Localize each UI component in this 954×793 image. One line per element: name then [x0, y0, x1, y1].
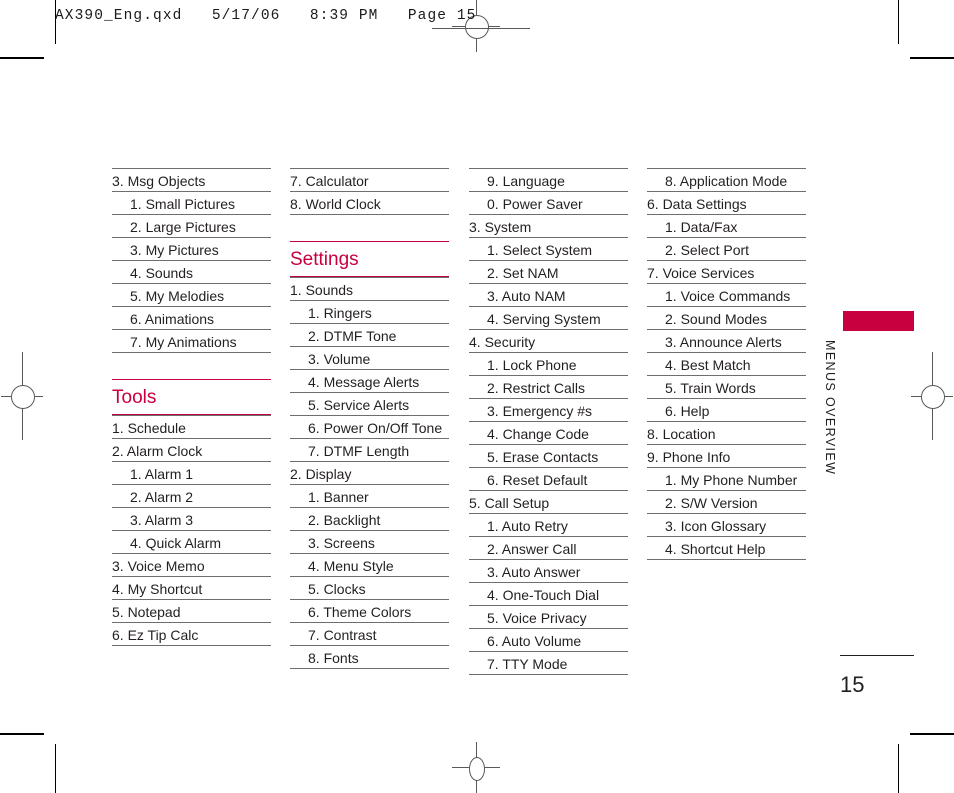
menu-entry: 4. Security	[469, 329, 628, 352]
menu-entry: 3. Auto Answer	[469, 559, 628, 582]
menu-entry: 9. Phone Info	[647, 444, 806, 467]
menu-entry: 7. Calculator	[290, 168, 449, 191]
menu-entry: 6. Auto Volume	[469, 628, 628, 651]
menu-entry: 3. Msg Objects	[112, 168, 271, 191]
menu-entry: 3. Alarm 3	[112, 507, 271, 530]
menu-entry: 9. Language	[469, 168, 628, 191]
menu-entry: 8. Application Mode	[647, 168, 806, 191]
menu-entry: 5. Erase Contacts	[469, 444, 628, 467]
menu-entry: 1. Ringers	[290, 300, 449, 323]
menu-entry: 6. Animations	[112, 306, 271, 329]
menu-entry: 1. Sounds	[290, 277, 449, 300]
menu-entry: 3. Screens	[290, 530, 449, 553]
folio-rule	[840, 655, 914, 656]
menu-column-4: 8. Application Mode 6. Data Settings 1. Da…	[647, 168, 806, 560]
menu-entry: 1. Alarm 1	[112, 461, 271, 484]
menu-entry: 1. My Phone Number	[647, 467, 806, 490]
menu-entry: 4. Best Match	[647, 352, 806, 375]
menu-entry: 2. Answer Call	[469, 536, 628, 559]
menu-entry: 1. Schedule	[112, 415, 271, 438]
menu-entry: 2. Backlight	[290, 507, 449, 530]
menu-entry: 1. Voice Commands	[647, 283, 806, 306]
menu-entry: 2. Alarm 2	[112, 484, 271, 507]
menu-entry: 4. Quick Alarm	[112, 530, 271, 553]
menu-entry: 7. Contrast	[290, 622, 449, 645]
menu-entry: 6. Theme Colors	[290, 599, 449, 622]
menu-entry: 4. Change Code	[469, 421, 628, 444]
menu-block-end-rule	[290, 668, 449, 669]
menu-entry: 7. DTMF Length	[290, 438, 449, 461]
menu-entry: 2. S/W Version	[647, 490, 806, 513]
menus-overview-columns: 3. Msg Objects 1. Small Pictures 2. Large …	[0, 0, 954, 793]
menu-entry: 8. Location	[647, 421, 806, 444]
menu-entry: 7. My Animations	[112, 329, 271, 352]
menu-entry: 2. Alarm Clock	[112, 438, 271, 461]
menu-entry: 7. TTY Mode	[469, 651, 628, 674]
section-tab-marker	[843, 311, 914, 331]
menu-entry: 5. My Melodies	[112, 283, 271, 306]
menu-entry: 2. Set NAM	[469, 260, 628, 283]
menu-entry: 2. DTMF Tone	[290, 323, 449, 346]
menu-entry: 8. World Clock	[290, 191, 449, 214]
menu-entry: 3. Icon Glossary	[647, 513, 806, 536]
menu-entry: 6. Power On/Off Tone	[290, 415, 449, 438]
menu-entry: 3. Voice Memo	[112, 553, 271, 576]
menu-entry: 1. Lock Phone	[469, 352, 628, 375]
menu-entry: 1. Auto Retry	[469, 513, 628, 536]
menu-block-end-rule	[647, 559, 806, 560]
menu-entry: 6. Reset Default	[469, 467, 628, 490]
menu-block-end-rule	[112, 645, 271, 646]
menu-entry: 6. Help	[647, 398, 806, 421]
menu-entry: 2. Restrict Calls	[469, 375, 628, 398]
menu-entry: 4. My Shortcut	[112, 576, 271, 599]
menu-entry: 5. Train Words	[647, 375, 806, 398]
menu-entry: 3. My Pictures	[112, 237, 271, 260]
menu-entry: 2. Display	[290, 461, 449, 484]
menu-entry: 5. Service Alerts	[290, 392, 449, 415]
menu-entry: 3. System	[469, 214, 628, 237]
menu-column-2: 7. Calculator 8. World Clock Settings 1. So…	[290, 168, 449, 669]
menu-entry: 2. Sound Modes	[647, 306, 806, 329]
menu-column-1: 3. Msg Objects 1. Small Pictures 2. Large …	[112, 168, 271, 646]
menu-entry: 2. Select Port	[647, 237, 806, 260]
menu-entry: 1. Data/Fax	[647, 214, 806, 237]
section-heading: Settings	[290, 241, 449, 277]
menu-entry: 5. Notepad	[112, 599, 271, 622]
menu-entry: 4. Message Alerts	[290, 369, 449, 392]
menu-entry: 5. Clocks	[290, 576, 449, 599]
menu-column-3: 9. Language 0. Power Saver 3. System 1. Sel…	[469, 168, 628, 675]
menu-entry: 4. Menu Style	[290, 553, 449, 576]
menu-entry: 7. Voice Services	[647, 260, 806, 283]
section-vertical-label: MENUS OVERVIEW	[823, 340, 837, 476]
menu-entry: 6. Ez Tip Calc	[112, 622, 271, 645]
menu-entry: 3. Auto NAM	[469, 283, 628, 306]
menu-entry: 3. Volume	[290, 346, 449, 369]
menu-entry: 8. Fonts	[290, 645, 449, 668]
menu-entry: 1. Small Pictures	[112, 191, 271, 214]
section-heading: Tools	[112, 379, 271, 415]
menu-entry: 0. Power Saver	[469, 191, 628, 214]
page-number: 15	[840, 672, 865, 697]
menu-entry: 5. Call Setup	[469, 490, 628, 513]
menu-entry: 3. Announce Alerts	[647, 329, 806, 352]
menu-entry: 1. Banner	[290, 484, 449, 507]
menu-block-end-rule	[469, 674, 628, 675]
menu-entry: 5. Voice Privacy	[469, 605, 628, 628]
menu-entry: 2. Large Pictures	[112, 214, 271, 237]
menu-entry: 4. One-Touch Dial	[469, 582, 628, 605]
menu-entry: 4. Sounds	[112, 260, 271, 283]
menu-entry: 6. Data Settings	[647, 191, 806, 214]
menu-entry: 4. Serving System	[469, 306, 628, 329]
menu-entry: 3. Emergency #s	[469, 398, 628, 421]
menu-entry: 4. Shortcut Help	[647, 536, 806, 559]
menu-entry: 1. Select System	[469, 237, 628, 260]
